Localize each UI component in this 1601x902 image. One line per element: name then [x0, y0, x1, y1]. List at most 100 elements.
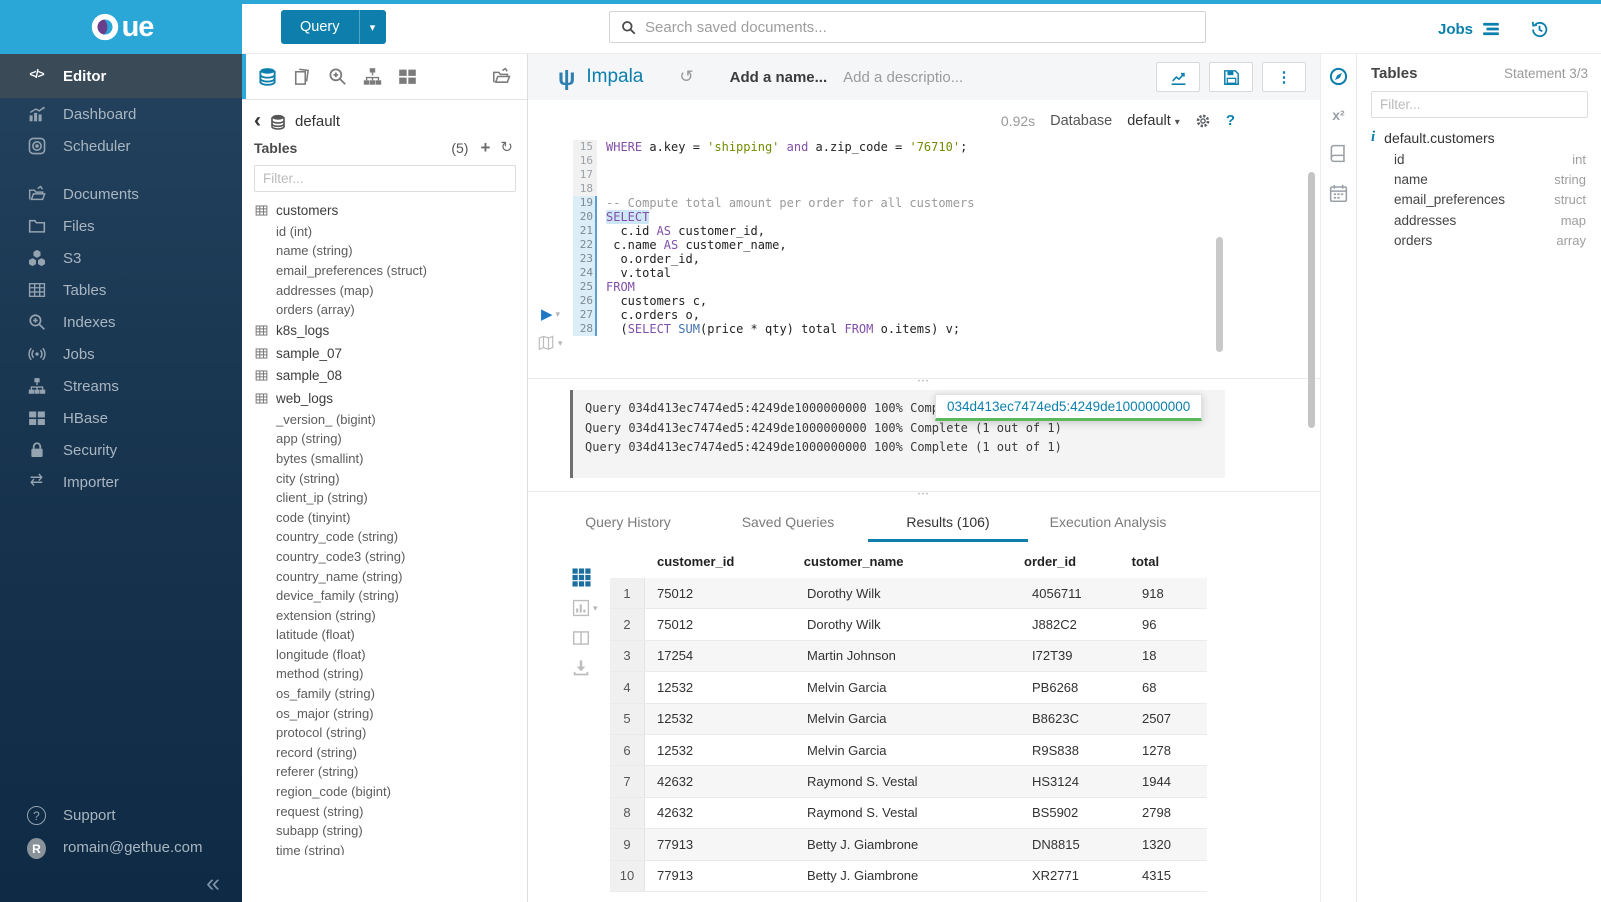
assist-column[interactable]: addresses (map): [255, 280, 527, 300]
chart-view-button[interactable]: ▾: [572, 599, 598, 617]
tab-query-history[interactable]: Query History: [548, 506, 708, 542]
code-line[interactable]: 22 c.name AS customer_name,: [573, 238, 974, 252]
assist-column[interactable]: country_code3 (string): [255, 547, 527, 567]
assist-column[interactable]: city (string): [255, 468, 527, 488]
sidebar-item-importer[interactable]: ⇄Importer: [0, 466, 242, 498]
sidebar-item-support[interactable]: ? Support: [0, 799, 242, 831]
sidebar-item-indexes[interactable]: Indexes: [0, 306, 242, 338]
assist-column[interactable]: longitude (float): [255, 645, 527, 665]
right-panel-column-addresses[interactable]: addressesmap: [1371, 210, 1588, 230]
sidebar-item-user[interactable]: R romain@gethue.com: [0, 831, 242, 863]
assist-column[interactable]: region_code (bigint): [255, 782, 527, 802]
column-header-customer-id[interactable]: customer_id: [657, 554, 804, 569]
right-panel-column-id[interactable]: idint: [1371, 149, 1588, 169]
streams-source-icon[interactable]: [363, 67, 382, 86]
assist-column[interactable]: protocol (string): [255, 723, 527, 743]
assist-column[interactable]: app (string): [255, 429, 527, 449]
editor-scrollbar[interactable]: [1216, 237, 1223, 352]
right-panel-column-orders[interactable]: ordersarray: [1371, 230, 1588, 250]
session-refresh-icon[interactable]: ↺: [679, 67, 693, 87]
history-icon[interactable]: [1530, 20, 1549, 39]
chart-button[interactable]: [1156, 62, 1200, 92]
assist-table-sample-07[interactable]: sample_07: [255, 342, 527, 365]
refresh-tables-button[interactable]: ↻: [500, 140, 513, 155]
assist-table-sample-08[interactable]: sample_08: [255, 364, 527, 387]
assist-column[interactable]: client_ip (string): [255, 488, 527, 508]
assist-column[interactable]: time (string): [255, 841, 527, 855]
resize-handle-bottom[interactable]: •••: [918, 492, 930, 498]
run-options-caret[interactable]: ▾: [556, 309, 561, 320]
hbase-source-icon[interactable]: [398, 67, 417, 86]
active-table-row[interactable]: i default.customers: [1371, 129, 1588, 146]
code-line[interactable]: 19-- Compute total amount per order for …: [573, 196, 974, 210]
engine-selector[interactable]: ψ Impala: [558, 66, 643, 89]
assist-column[interactable]: orders (array): [255, 300, 527, 320]
tab-results-106-[interactable]: Results (106): [868, 506, 1028, 542]
assist-column[interactable]: method (string): [255, 664, 527, 684]
sidebar-item-documents[interactable]: Documents: [0, 178, 242, 210]
code-line[interactable]: 24 v.total: [573, 266, 974, 280]
sidebar-item-files[interactable]: Files: [0, 210, 242, 242]
sidebar-item-streams[interactable]: Streams: [0, 370, 242, 402]
documents-folder-icon[interactable]: [492, 67, 511, 86]
assist-column[interactable]: code (tinyint): [255, 507, 527, 527]
column-header-customer-name[interactable]: customer_name: [804, 554, 1024, 569]
right-panel-column-email-preferences[interactable]: email_preferencesstruct: [1371, 190, 1588, 210]
assist-column[interactable]: os_family (string): [255, 684, 527, 704]
main-scrollbar[interactable]: [1308, 172, 1315, 428]
right-panel-column-name[interactable]: namestring: [1371, 169, 1588, 189]
sidebar-item-security[interactable]: Security: [0, 434, 242, 466]
sidebar-item-hbase[interactable]: HBase: [0, 402, 242, 434]
assist-column[interactable]: os_major (string): [255, 703, 527, 723]
assist-column[interactable]: bytes (smallint): [255, 449, 527, 469]
sidebar-item-jobs[interactable]: Jobs: [0, 338, 242, 370]
assist-table-customers[interactable]: customers: [255, 199, 527, 222]
query-dropdown-caret[interactable]: ▾: [359, 10, 386, 44]
code-line[interactable]: 16: [573, 154, 974, 168]
tab-execution-analysis[interactable]: Execution Analysis: [1028, 506, 1188, 542]
assist-column[interactable]: country_code (string): [255, 527, 527, 547]
solr-source-icon[interactable]: [328, 67, 347, 86]
functions-icon[interactable]: x²: [1332, 107, 1344, 123]
assist-column[interactable]: extension (string): [255, 605, 527, 625]
run-query-button[interactable]: ▶ ▾: [541, 305, 560, 323]
right-panel-filter-input[interactable]: [1371, 91, 1588, 118]
sidebar-item-tables[interactable]: Tables: [0, 274, 242, 306]
minimap-button[interactable]: ▾: [537, 335, 563, 351]
hue-logo[interactable]: ue: [0, 0, 242, 54]
schedule-icon[interactable]: [1329, 184, 1348, 203]
editor-assistant-icon[interactable]: [1329, 67, 1348, 86]
assist-filter-input[interactable]: [254, 165, 516, 192]
assist-column[interactable]: referer (string): [255, 762, 527, 782]
assist-column[interactable]: id (int): [255, 222, 527, 242]
database-selector[interactable]: default ▾: [1127, 113, 1180, 129]
job-id-popover[interactable]: 034d413ec7474ed5:4249de1000000000: [935, 394, 1202, 421]
help-icon[interactable]: ?: [1226, 112, 1235, 129]
settings-gear-icon[interactable]: [1195, 113, 1211, 129]
resize-handle-top[interactable]: •••: [918, 379, 930, 385]
sidebar-item-s3[interactable]: S3: [0, 242, 242, 274]
assist-column[interactable]: request (string): [255, 801, 527, 821]
assist-column[interactable]: _version_ (bigint): [255, 409, 527, 429]
assist-column[interactable]: subapp (string): [255, 821, 527, 841]
code-line[interactable]: 26 customers c,: [573, 294, 974, 308]
assist-column[interactable]: name (string): [255, 241, 527, 261]
column-header-order-id[interactable]: order_id: [1024, 554, 1132, 569]
code-line[interactable]: 18: [573, 182, 974, 196]
code-line[interactable]: 15WHERE a.key = 'shipping' and a.zip_cod…: [573, 140, 974, 154]
sidebar-item-editor[interactable]: </>Editor: [0, 54, 242, 98]
code-line[interactable]: 28 (SELECT SUM(price * qty) total FROM o…: [573, 322, 974, 336]
sql-source-icon[interactable]: [258, 67, 277, 86]
jobs-link[interactable]: Jobs: [1438, 20, 1500, 38]
collapse-sidebar-button[interactable]: «: [0, 863, 242, 898]
assist-column[interactable]: device_family (string): [255, 586, 527, 606]
query-button[interactable]: Query ▾: [281, 10, 386, 44]
sidebar-item-scheduler[interactable]: Scheduler: [0, 130, 242, 162]
query-description-field[interactable]: Add a descriptio...: [843, 69, 963, 86]
tab-saved-queries[interactable]: Saved Queries: [708, 506, 868, 542]
code-line[interactable]: 17: [573, 168, 974, 182]
column-header-total[interactable]: total: [1132, 554, 1207, 569]
assist-table-web-logs[interactable]: web_logs: [255, 387, 527, 410]
add-table-button[interactable]: +: [480, 139, 490, 156]
more-actions-button[interactable]: ⋮: [1262, 62, 1306, 92]
